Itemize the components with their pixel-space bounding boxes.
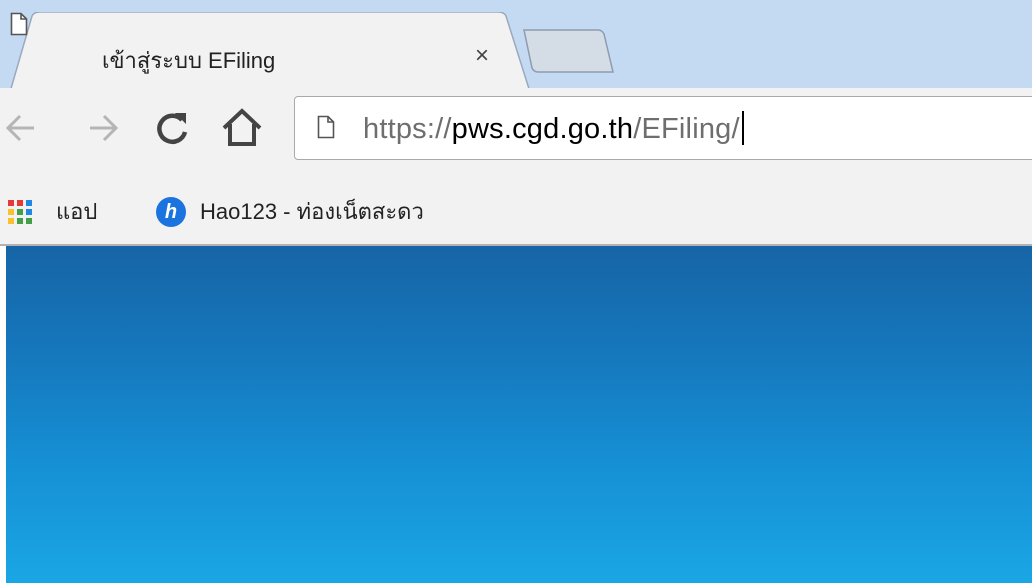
tab-strip: เข้าสู่ระบบ EFiling ×: [0, 0, 1032, 92]
reload-icon[interactable]: [148, 104, 196, 152]
close-icon[interactable]: ×: [468, 42, 496, 70]
url-path: /EFiling/: [633, 113, 740, 145]
url-host: pws.cgd.go.th: [451, 113, 634, 145]
address-bar[interactable]: https://pws.cgd.go.th/EFiling/: [294, 96, 1032, 160]
apps-grid-icon: [8, 199, 32, 224]
page-icon: [10, 12, 28, 36]
text-caret: [741, 111, 744, 145]
content-left-edge: [0, 246, 6, 583]
bookmark-hao123-label: Hao123 - ท่องเน็ตสะดว: [200, 199, 424, 224]
new-tab-button[interactable]: [520, 28, 615, 74]
url-scheme: https://: [363, 113, 452, 145]
hao123-icon: h: [156, 196, 186, 227]
browser-toolbar: https://pws.cgd.go.th/EFiling/: [0, 88, 1032, 172]
url-text[interactable]: https://pws.cgd.go.th/EFiling/: [363, 111, 744, 146]
bookmarks-bar: แอป h Hao123 - ท่องเน็ตสะดว: [0, 172, 1032, 246]
page-content: [0, 246, 1032, 583]
page-info-icon[interactable]: [317, 115, 335, 139]
bookmark-hao123[interactable]: h Hao123 - ท่องเน็ตสะดว: [156, 194, 424, 227]
back-arrow-icon[interactable]: [0, 104, 48, 152]
bookmark-apps-label: แอป: [56, 199, 98, 224]
forward-arrow-icon[interactable]: [80, 104, 128, 152]
active-tab[interactable]: เข้าสู่ระบบ EFiling ×: [10, 12, 530, 92]
tab-title: เข้าสู่ระบบ EFiling: [102, 48, 276, 73]
home-icon[interactable]: [218, 104, 266, 152]
bookmark-apps[interactable]: แอป: [8, 194, 97, 224]
